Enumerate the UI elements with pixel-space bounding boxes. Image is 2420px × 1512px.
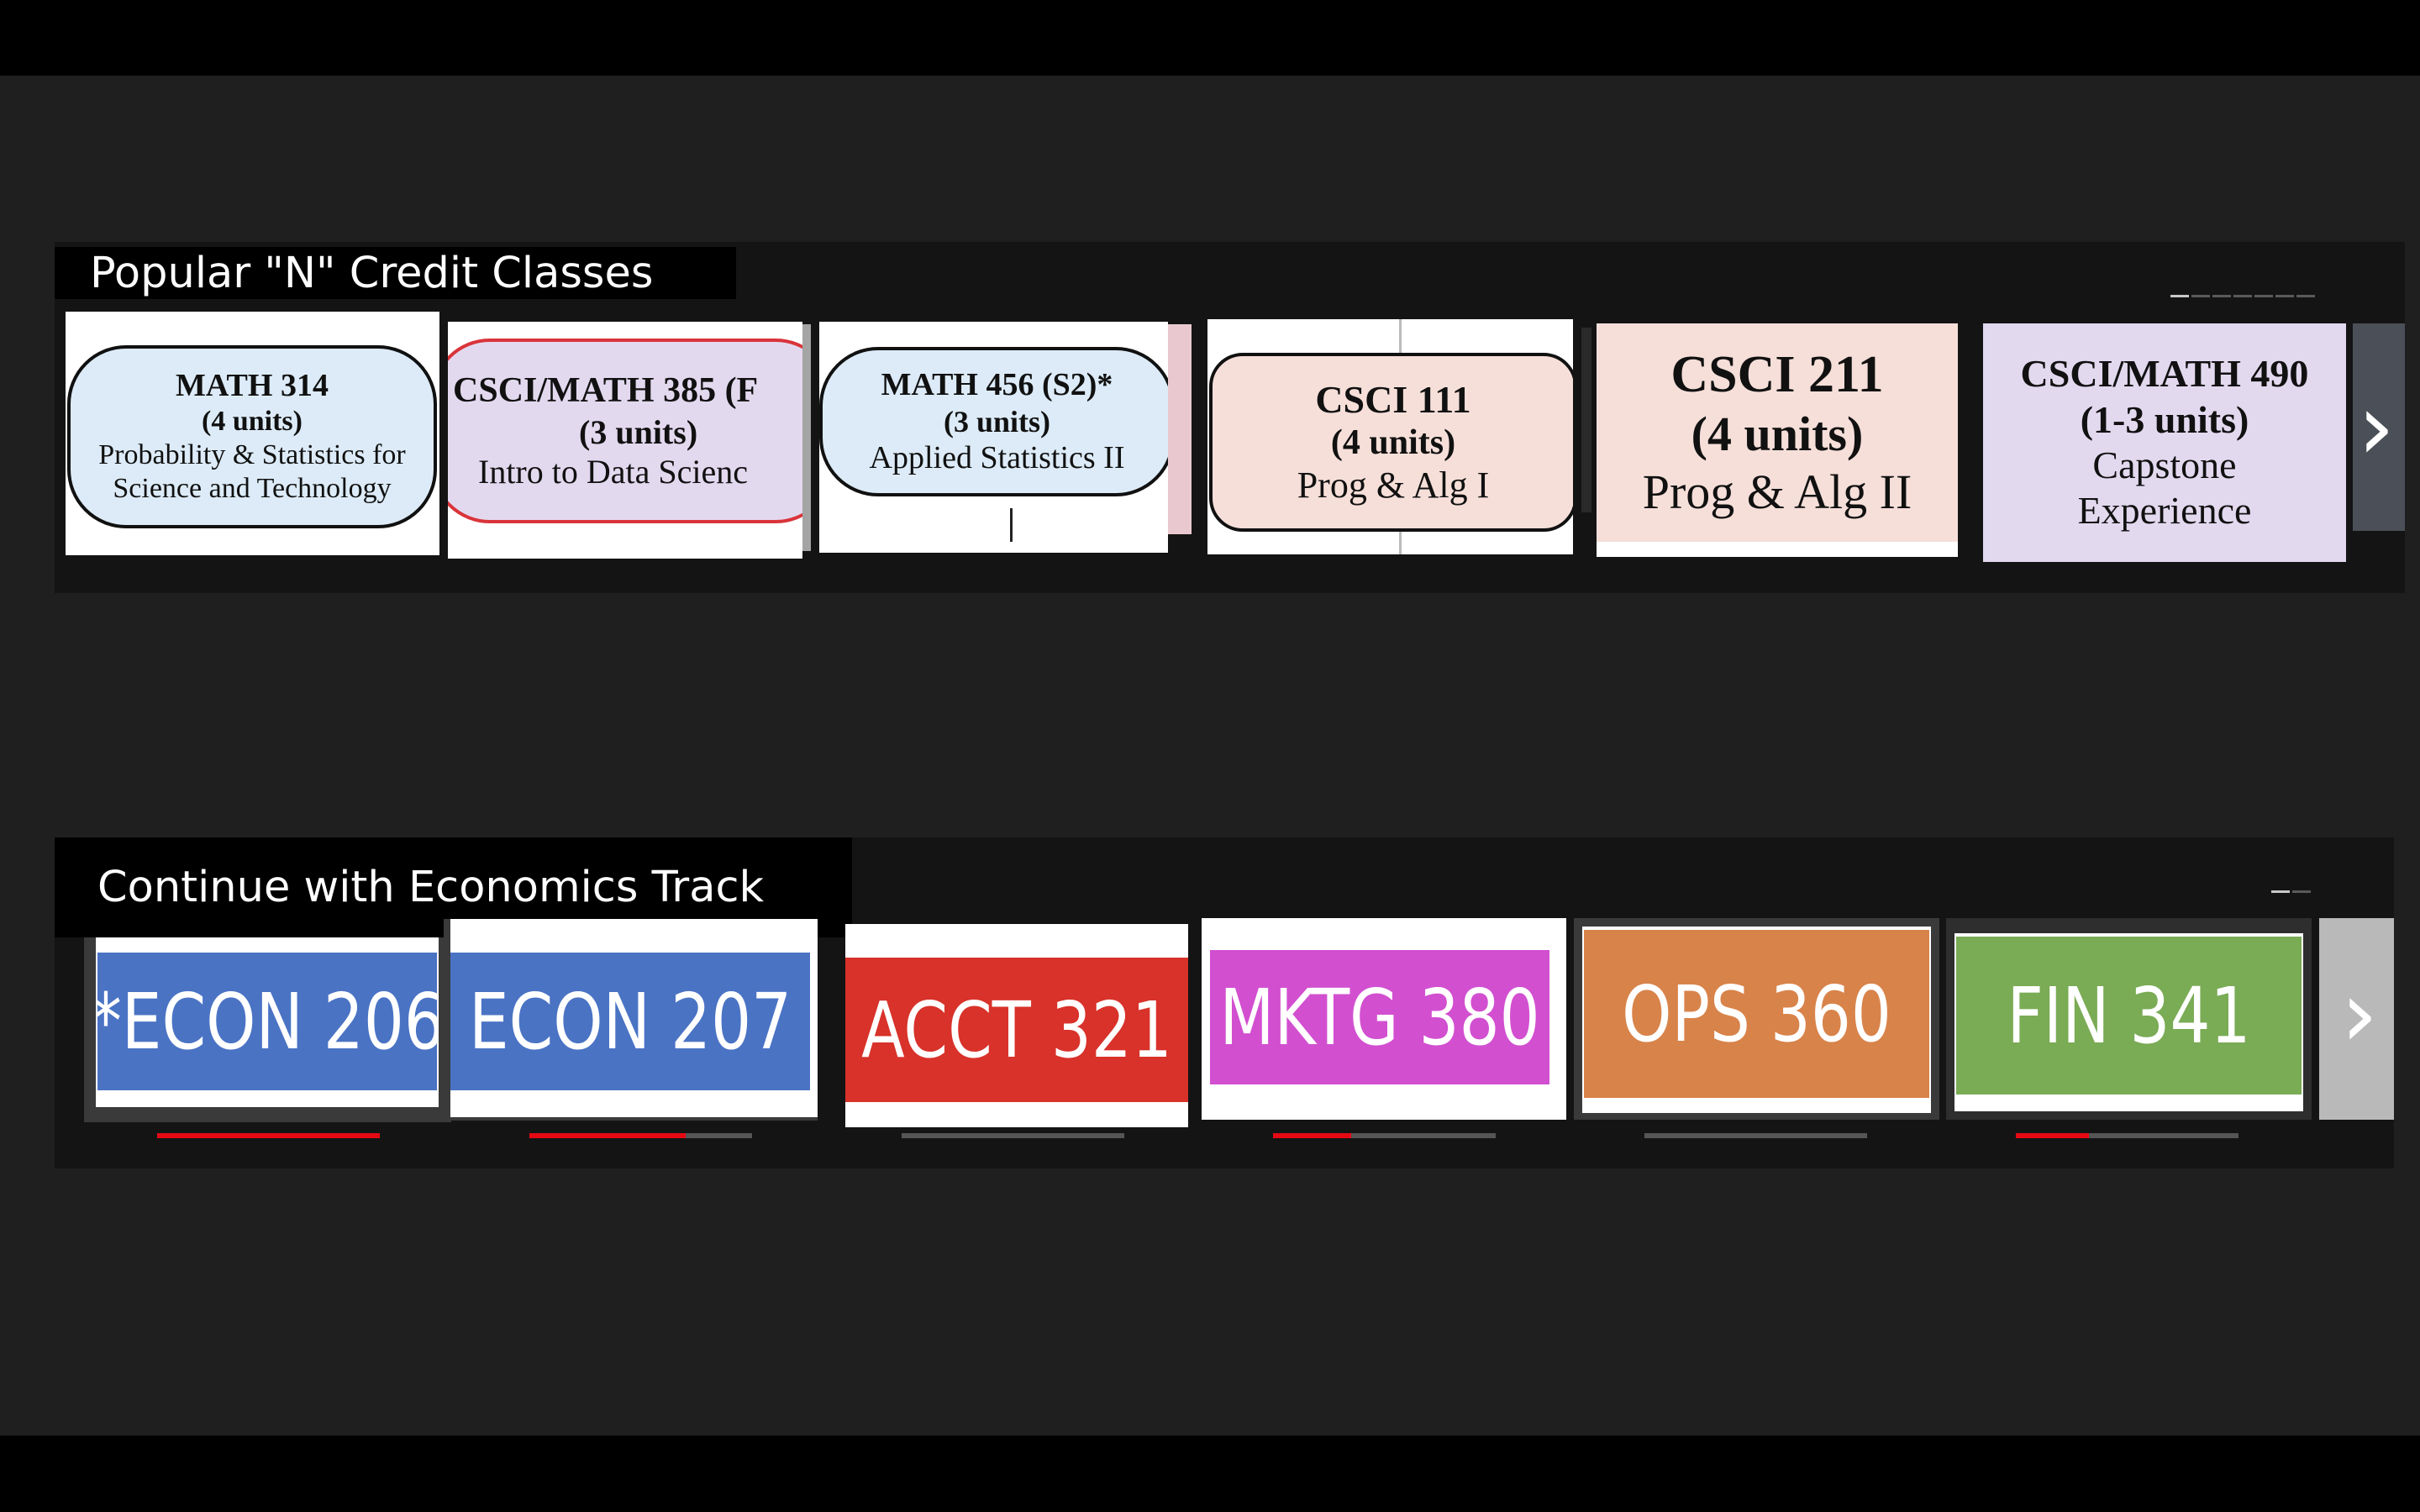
course-pill: CSCI/MATH 385 (F (3 units) Intro to Data… xyxy=(448,339,802,523)
chevron-right-icon[interactable]: › xyxy=(2349,351,2404,502)
progress-bar xyxy=(529,1133,752,1138)
tile-edge xyxy=(1581,328,1591,512)
banner-bg: *ECON 206 xyxy=(97,953,437,1090)
course-tile-csci-111[interactable]: CSCI 111 (4 units) Prog & Alg I xyxy=(1207,319,1573,554)
course-tile-fin-341[interactable]: FIN 341 xyxy=(1946,918,2312,1120)
course-code: CSCI 111 xyxy=(1315,377,1471,421)
course-name: Probability & Statistics for xyxy=(98,439,406,471)
course-name-2: Science and Technology xyxy=(113,473,392,505)
course-code: MATH 314 xyxy=(176,368,329,404)
pager-dot xyxy=(2254,295,2273,297)
course-pill: MATH 314 (4 units) Probability & Statist… xyxy=(67,345,437,528)
progress-fill xyxy=(1273,1133,1351,1138)
pager-dot xyxy=(2212,295,2231,297)
course-name-2: Experience xyxy=(2077,489,2252,533)
letterbox-top xyxy=(0,0,2420,76)
course-label: ECON 207 xyxy=(468,976,792,1067)
course-name: Intro to Data Scienc xyxy=(478,452,748,491)
course-units: (4 units) xyxy=(1691,407,1864,462)
tick-line xyxy=(1010,508,1013,542)
course-code: CSCI 211 xyxy=(1670,345,1884,403)
course-name: Prog & Alg II xyxy=(1642,464,1912,519)
progress-fill xyxy=(529,1133,686,1138)
course-tile-math-314[interactable]: MATH 314 (4 units) Probability & Statist… xyxy=(66,312,439,555)
course-tile-econ-207[interactable]: ECON 207 xyxy=(444,919,818,1121)
pager-dot xyxy=(2292,890,2311,893)
row-title: Popular "N" Credit Classes xyxy=(55,247,736,299)
progress-bar xyxy=(2016,1133,2238,1138)
course-units: (3 units) xyxy=(943,404,1051,438)
course-tile-econ-206[interactable]: *ECON 206 xyxy=(84,937,451,1122)
course-label: FIN 341 xyxy=(2007,970,2251,1061)
course-tile-ops-360[interactable]: OPS 360 xyxy=(1574,918,1939,1120)
course-name: Capstone xyxy=(2092,444,2237,486)
banner-bg: OPS 360 xyxy=(1584,930,1929,1098)
course-label: MKTG 380 xyxy=(1219,972,1540,1063)
pager-dot xyxy=(2191,295,2210,297)
course-tile-acct-321[interactable]: ACCT 321 xyxy=(845,924,1188,1127)
pager-dot xyxy=(2271,890,2290,893)
pager-dot xyxy=(2275,295,2294,297)
tile-edge xyxy=(802,324,811,551)
course-label: ACCT 321 xyxy=(861,984,1172,1075)
pager-dot xyxy=(2170,295,2189,297)
course-name: Applied Statistics II xyxy=(869,440,1125,476)
course-pill: CSCI 211 (4 units) Prog & Alg II xyxy=(1597,323,1958,542)
course-tile-csci-math-490[interactable]: CSCI/MATH 490 (1-3 units) Capstone Exper… xyxy=(1983,323,2346,562)
course-pill: MATH 456 (S2)* (3 units) Applied Statist… xyxy=(819,347,1168,496)
tile-edge xyxy=(1168,324,1192,534)
row-economics-track: Continue with Economics Track *ECON 206 … xyxy=(55,837,2394,1168)
course-label: OPS 360 xyxy=(1622,969,1891,1059)
course-pill: CSCI/MATH 490 (1-3 units) Capstone Exper… xyxy=(1983,323,2346,562)
course-tile-csci-211[interactable]: CSCI 211 (4 units) Prog & Alg II xyxy=(1597,323,1958,557)
banner-bg: ACCT 321 xyxy=(845,958,1188,1102)
course-label: *ECON 206 xyxy=(97,976,437,1067)
banner-bg: MKTG 380 xyxy=(1210,950,1549,1084)
row-title-text: Popular "N" Credit Classes xyxy=(90,248,654,298)
course-units: (4 units) xyxy=(202,406,302,438)
course-units: (4 units) xyxy=(1330,423,1456,462)
row-pager xyxy=(2271,890,2311,893)
course-tile-math-456[interactable]: MATH 456 (S2)* (3 units) Applied Statist… xyxy=(819,322,1168,553)
progress-fill xyxy=(157,1133,380,1138)
course-units: (1-3 units) xyxy=(2080,397,2249,441)
course-code: CSCI/MATH 490 xyxy=(2020,352,2309,396)
row-popular-n-credit: Popular "N" Credit Classes MATH 314 (4 u… xyxy=(55,242,2405,593)
row-pager xyxy=(2170,295,2315,297)
course-name: Prog & Alg I xyxy=(1297,465,1490,507)
chevron-right-icon[interactable]: › xyxy=(2332,938,2387,1089)
course-tile-csci-math-385[interactable]: CSCI/MATH 385 (F (3 units) Intro to Data… xyxy=(448,322,802,559)
row-title-text: Continue with Economics Track xyxy=(97,863,765,912)
progress-fill xyxy=(2016,1133,2090,1138)
course-code: CSCI/MATH 385 (F xyxy=(453,371,759,411)
progress-bar xyxy=(1644,1133,1867,1138)
banner-bg: FIN 341 xyxy=(1956,937,2302,1095)
course-units: (3 units) xyxy=(579,412,698,451)
pager-dot xyxy=(2233,295,2252,297)
pager-dot xyxy=(2296,295,2315,297)
progress-bar xyxy=(902,1133,1124,1138)
progress-bar xyxy=(157,1133,380,1138)
progress-bar xyxy=(1273,1133,1496,1138)
course-tile-mktg-380[interactable]: MKTG 380 xyxy=(1202,918,1566,1120)
course-pill: CSCI 111 (4 units) Prog & Alg I xyxy=(1209,353,1573,532)
letterbox-bottom xyxy=(0,1436,2420,1512)
course-code: MATH 456 (S2)* xyxy=(881,366,1113,402)
banner-bg: ECON 207 xyxy=(450,953,810,1090)
